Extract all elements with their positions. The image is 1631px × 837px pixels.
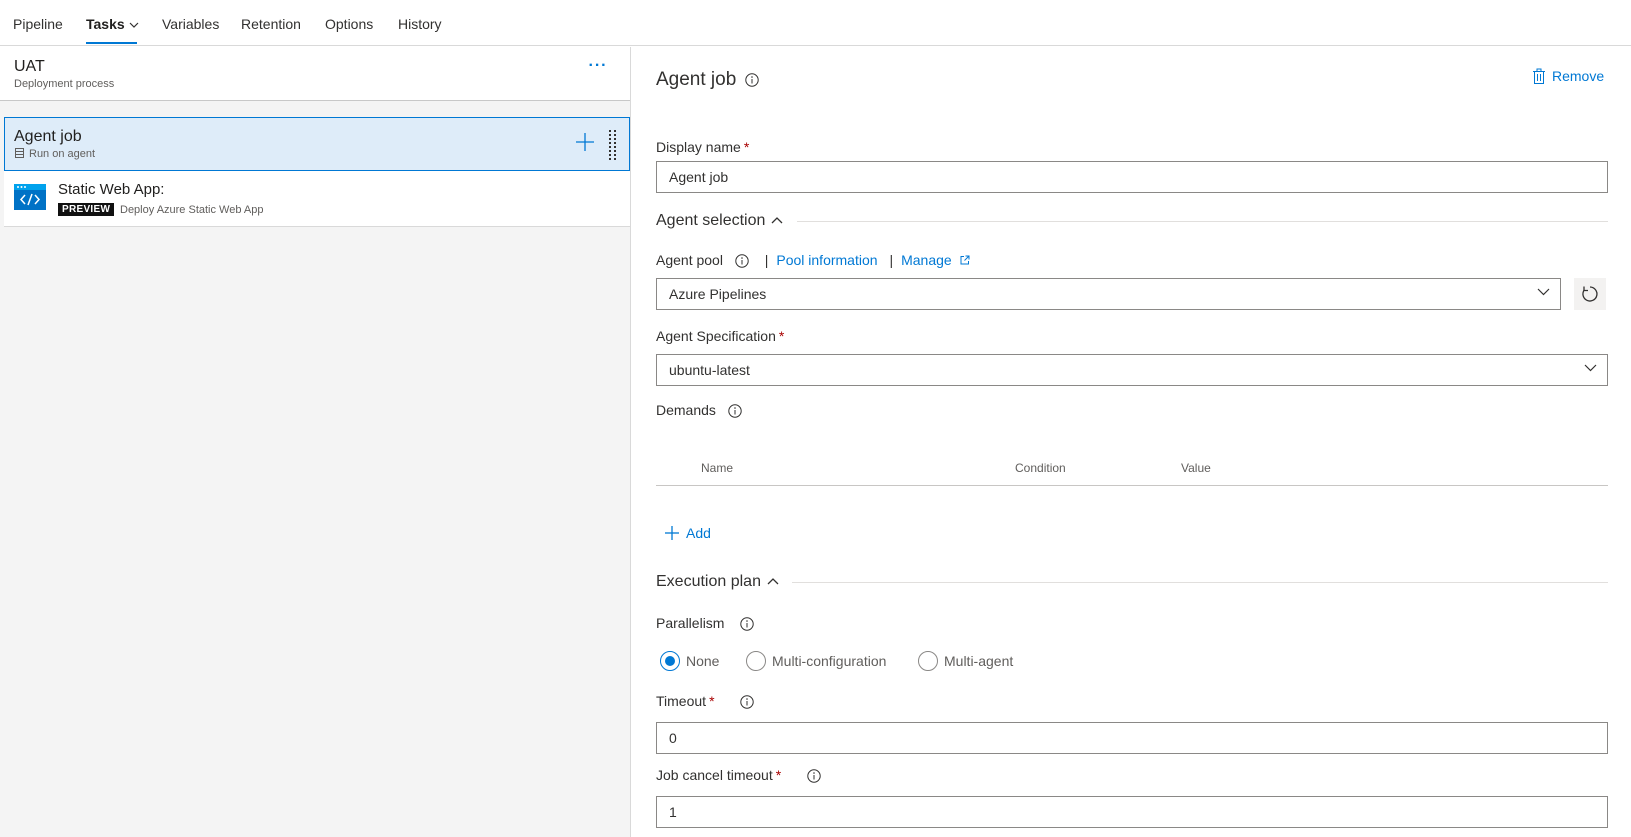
required-marker: * — [778, 328, 785, 344]
agent-job-row[interactable]: Agent job Run on agent — [4, 117, 630, 171]
radio-button-selected[interactable] — [660, 651, 680, 671]
refresh-icon — [1582, 286, 1598, 302]
demands-label: Demands — [656, 402, 716, 418]
table-header-divider — [656, 485, 1608, 486]
agent-pool-value: Azure Pipelines — [669, 286, 767, 302]
radio-button[interactable] — [746, 651, 766, 671]
refresh-button[interactable] — [1574, 278, 1606, 310]
cancel-timeout-input[interactable]: 1 — [656, 796, 1608, 828]
agent-selection-label: Agent selection — [656, 212, 766, 229]
tab-history[interactable]: History — [398, 16, 442, 32]
agent-pool-dropdown[interactable]: Azure Pipelines — [656, 278, 1561, 310]
demands-column-name: Name — [701, 461, 734, 475]
active-tab-indicator — [86, 42, 137, 44]
chevron-down-icon — [1537, 288, 1550, 296]
tab-variables[interactable]: Variables — [162, 16, 219, 32]
display-name-label-text: Display name — [656, 139, 741, 155]
preview-badge: PREVIEW — [58, 203, 115, 216]
timeout-label: Timeout — [656, 693, 707, 709]
radio-multi-configuration-label: Multi-configuration — [772, 653, 887, 669]
stage-header[interactable]: UAT Deployment process ··· — [0, 47, 630, 101]
tab-pipeline[interactable]: Pipeline — [13, 16, 63, 32]
required-marker: * — [743, 139, 750, 155]
info-icon[interactable] — [728, 404, 742, 418]
agent-spec-dropdown[interactable]: ubuntu-latest — [656, 354, 1608, 386]
chevron-up-icon — [771, 217, 783, 224]
agent-pool-label-row: Agent pool | Pool information | Manage — [656, 252, 970, 268]
separator: | — [889, 252, 894, 268]
execution-plan-label: Execution plan — [656, 573, 761, 590]
parallelism-label-row: Parallelism — [656, 615, 755, 631]
cancel-timeout-label: Job cancel timeout — [656, 767, 773, 783]
chevron-up-icon — [767, 578, 779, 585]
chevron-down-icon — [1584, 364, 1597, 372]
tab-options[interactable]: Options — [325, 16, 373, 32]
agent-job-title: Agent job — [14, 128, 82, 145]
radio-button[interactable] — [918, 651, 938, 671]
display-name-input[interactable]: Agent job — [656, 161, 1608, 193]
agent-job-subtitle-wrap: Run on agent — [15, 148, 95, 160]
add-demand-label: Add — [686, 525, 711, 541]
top-tab-bar: Pipeline Tasks Variables Retention Optio… — [0, 0, 1631, 46]
remove-button[interactable]: Remove — [1532, 68, 1604, 84]
info-icon[interactable] — [745, 73, 759, 87]
demands-column-value: Value — [1181, 461, 1211, 475]
timeout-input[interactable]: 0 — [656, 722, 1608, 754]
section-divider — [792, 582, 1608, 583]
manage-link[interactable]: Manage — [901, 252, 970, 268]
remove-label: Remove — [1552, 68, 1605, 84]
manage-link-label: Manage — [901, 252, 952, 268]
tab-tasks[interactable]: Tasks — [86, 16, 139, 32]
add-demand-button[interactable]: Add — [664, 525, 711, 541]
agent-spec-value: ubuntu-latest — [669, 362, 750, 378]
required-marker: * — [775, 767, 782, 783]
radio-multi-agent[interactable]: Multi-agent — [918, 651, 1013, 671]
agent-selection-section-toggle[interactable]: Agent selection — [656, 212, 783, 230]
radio-none-label: None — [686, 653, 720, 669]
panel-title: Agent job — [656, 69, 737, 90]
more-options-button[interactable]: ··· — [587, 58, 609, 77]
static-web-app-icon — [14, 184, 46, 210]
plus-icon — [665, 526, 679, 540]
cancel-timeout-label-row: Job cancel timeout * — [656, 767, 821, 783]
separator: | — [764, 252, 769, 268]
section-divider — [797, 221, 1608, 222]
agent-spec-label: Agent Specification * — [656, 328, 784, 344]
info-icon[interactable] — [807, 769, 821, 783]
demands-label-row: Demands — [656, 402, 742, 418]
pool-information-link[interactable]: Pool information — [776, 252, 877, 268]
tab-tasks-label: Tasks — [86, 16, 125, 32]
display-name-label: Display name * — [656, 139, 749, 155]
parallelism-label: Parallelism — [656, 615, 725, 631]
chevron-down-icon — [129, 22, 139, 29]
stage-title: UAT — [14, 58, 45, 75]
server-icon — [15, 148, 24, 158]
execution-plan-section-toggle[interactable]: Execution plan — [656, 573, 779, 591]
drag-handle-icon[interactable] — [608, 129, 618, 161]
demands-column-condition: Condition — [1015, 461, 1066, 475]
agent-job-subtitle: Run on agent — [29, 148, 96, 160]
radio-multi-agent-label: Multi-agent — [944, 653, 1014, 669]
agent-spec-label-text: Agent Specification — [656, 328, 776, 344]
pipeline-tree-panel: UAT Deployment process ··· Agent job Run… — [0, 47, 631, 837]
info-icon[interactable] — [740, 695, 755, 709]
info-icon[interactable] — [740, 617, 755, 631]
radio-multi-configuration[interactable]: Multi-configuration — [746, 651, 886, 671]
task-subtitle: Deploy Azure Static Web App — [120, 204, 264, 216]
timeout-label-row: Timeout * — [656, 693, 755, 709]
trash-icon — [1533, 68, 1545, 84]
info-icon[interactable] — [735, 254, 749, 268]
radio-none[interactable]: None — [660, 651, 719, 671]
agent-pool-label: Agent pool — [656, 252, 723, 268]
static-web-app-task-row[interactable]: Static Web App: PREVIEW Deploy Azure Sta… — [4, 171, 630, 227]
task-title: Static Web App: — [58, 181, 165, 198]
external-link-icon — [960, 255, 970, 265]
agent-job-details-panel: Agent job Remove Display name * Agent job… — [632, 47, 1631, 837]
tab-retention[interactable]: Retention — [241, 16, 301, 32]
add-task-icon[interactable] — [574, 131, 596, 153]
required-marker: * — [709, 693, 715, 709]
stage-subtitle: Deployment process — [14, 78, 115, 90]
